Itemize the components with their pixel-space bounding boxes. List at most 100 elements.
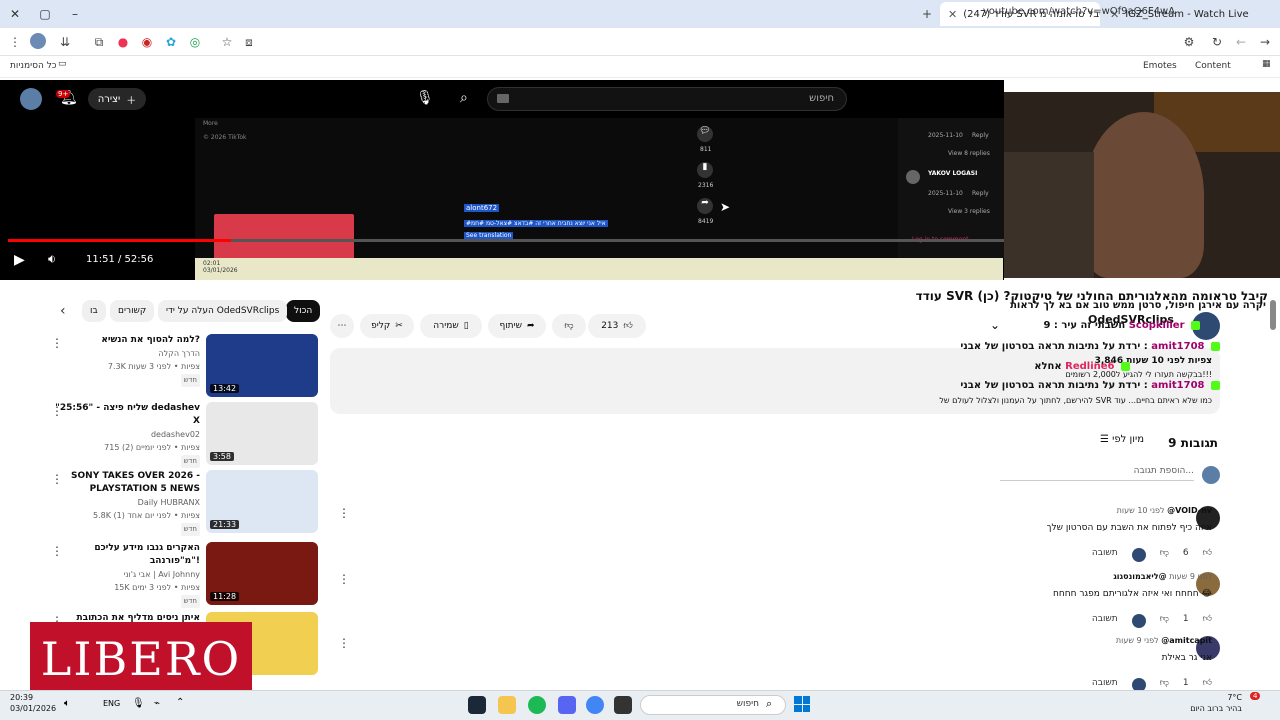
- video-thumbnail[interactable]: 21:33: [206, 470, 318, 533]
- recommendation-item[interactable]: 3:58 "25:56" - שליח פיצה dedashev Xdedash…: [55, 402, 318, 468]
- user-avatar: [1202, 466, 1220, 484]
- scrollbar[interactable]: [1268, 298, 1278, 688]
- recommendation-title[interactable]: SONY TAKES OVER 2026 - PLAYSTATION 5 NEW…: [50, 470, 200, 496]
- recommendation-item[interactable]: 13:42 למה להסוף את הנשיא? הדרך הקלה 7.3K צפ…: [56, 334, 318, 400]
- new-tab-icon[interactable]: +: [918, 5, 936, 23]
- create-button[interactable]: יצירה ＋: [88, 88, 146, 110]
- recommendation-channel[interactable]: אבי ג'וני | Avi Johnny: [50, 568, 200, 581]
- recommendation-title[interactable]: האקרים גנבו מידע עליכם מ"פורנהב"!: [50, 542, 200, 568]
- chip-related[interactable]: קשורים: [110, 300, 155, 322]
- comment-menu-icon[interactable]: ⋮: [338, 572, 350, 586]
- volume-icon[interactable]: 🔉︎: [48, 252, 56, 267]
- chip-all[interactable]: הכול: [286, 300, 321, 322]
- apps-grid-icon[interactable]: ▦: [1262, 59, 1271, 69]
- comment-menu-icon[interactable]: ⋮: [338, 636, 350, 650]
- more-options-icon[interactable]: ⋮: [51, 544, 63, 558]
- discord-icon[interactable]: [558, 696, 576, 714]
- downloads-icon[interactable]: ⇊: [56, 33, 74, 51]
- comment-menu-icon[interactable]: ⋮: [338, 506, 350, 520]
- thumbs-up-icon[interactable]: 👍︎: [1203, 614, 1212, 628]
- all-bookmarks-link[interactable]: כל הסימניות: [10, 61, 57, 71]
- thumbs-down-icon[interactable]: 👎︎: [1160, 614, 1169, 628]
- extensions-icon[interactable]: ⧉: [90, 33, 108, 51]
- extension-icon[interactable]: ◉: [138, 33, 156, 51]
- comment-author[interactable]: @VOID-nv: [1167, 506, 1212, 515]
- bookmark-emotes[interactable]: Emotes: [1143, 61, 1177, 71]
- add-comment-input[interactable]: הוספת תגובה...: [1000, 466, 1194, 481]
- chevron-down-icon[interactable]: ⌄: [990, 318, 1000, 332]
- chrome-icon[interactable]: [586, 696, 604, 714]
- language-indicator[interactable]: ENG: [103, 699, 120, 708]
- minimize-window-icon[interactable]: –: [60, 0, 90, 28]
- close-window-icon[interactable]: ✕: [0, 0, 30, 28]
- weather-widget[interactable]: 7°C בהיר ברוב היום: [1190, 692, 1242, 714]
- windows-start-icon[interactable]: [794, 696, 810, 712]
- reply-link: Reply: [972, 190, 989, 197]
- more-options-icon[interactable]: ⋮: [51, 404, 63, 418]
- clip-button[interactable]: קליפ ✂: [360, 314, 414, 338]
- video-thumbnail[interactable]: 13:42: [206, 334, 318, 397]
- keyboard-icon[interactable]: [497, 94, 509, 103]
- comment-text: חחחח ואי איזה אלגוריתם מפגר חחחח 😂: [1052, 589, 1212, 599]
- bookmark-star-icon[interactable]: ☆: [218, 33, 236, 51]
- close-tab-icon[interactable]: ✕: [948, 8, 957, 21]
- like-button[interactable]: 213 👍︎: [588, 314, 646, 338]
- more-options-icon[interactable]: ⋮: [51, 336, 63, 350]
- chip-more[interactable]: בו: [82, 300, 106, 322]
- recommendation-title[interactable]: "25:56" - שליח פיצה dedashev X: [50, 402, 200, 428]
- comment-author[interactable]: @amitcapit: [1161, 636, 1212, 645]
- recommendation-item[interactable]: 11:28 האקרים גנבו מידע עליכם מ"פורנהב"! אב…: [56, 542, 318, 608]
- chevron-left-icon[interactable]: ‹: [60, 303, 66, 319]
- forward-icon[interactable]: ←: [1232, 33, 1250, 51]
- recommendation-channel[interactable]: Daily HUBRANX: [50, 496, 200, 509]
- description-tail[interactable]: להירשם, לחתוך על העמנון ולצלול לעולם של …: [939, 396, 1212, 405]
- save-button[interactable]: שמירה ▯: [420, 314, 482, 338]
- video-thumbnail[interactable]: 3:58: [206, 402, 318, 465]
- video-thumbnail[interactable]: 11:28: [206, 542, 318, 605]
- voice-search-icon[interactable]: 🎙︎: [416, 90, 434, 106]
- menu-dots-icon[interactable]: ⋮: [6, 33, 24, 51]
- reply-button[interactable]: תשובה: [1092, 614, 1118, 628]
- steam-icon[interactable]: [468, 696, 486, 714]
- microphone-icon[interactable]: 🎙︎: [132, 698, 145, 709]
- search-input[interactable]: חיפוש: [487, 87, 847, 111]
- recommendation-item[interactable]: 21:33 SONY TAKES OVER 2026 - PLAYSTATION …: [56, 470, 318, 536]
- sort-button[interactable]: ☰ מיון לפי: [1096, 434, 1144, 445]
- network-icon[interactable]: ⌁: [154, 698, 160, 709]
- recommendation-title[interactable]: למה להסוף את הנשיא?: [50, 334, 200, 347]
- dislike-button[interactable]: 👎︎: [552, 314, 586, 338]
- bookmark-content[interactable]: Content: [1195, 61, 1231, 71]
- recommendation-channel[interactable]: הדרך הקלה: [50, 347, 200, 360]
- search-icon[interactable]: ⌕: [460, 90, 468, 106]
- install-app-icon[interactable]: ⧈: [240, 33, 258, 51]
- spotify-icon[interactable]: [528, 696, 546, 714]
- reload-icon[interactable]: ↻: [1208, 33, 1226, 51]
- reply-button[interactable]: תשובה: [1092, 548, 1118, 562]
- recommendation-channel[interactable]: dedashev02: [50, 428, 200, 441]
- more-actions-button[interactable]: ⋯: [330, 314, 354, 338]
- app-icon[interactable]: [614, 696, 632, 714]
- profile-avatar[interactable]: [30, 33, 46, 49]
- tiktok-username: alont672: [464, 204, 500, 212]
- kick-icon: [1191, 320, 1200, 330]
- chevron-up-icon[interactable]: ⌃: [176, 697, 184, 708]
- more-options-icon[interactable]: ⋮: [51, 472, 63, 486]
- comment-author[interactable]: @ליאבמונסגוג: [1113, 572, 1166, 581]
- url-field[interactable]: youtube.com/watch?v=wOf9aQ6F4wA: [983, 6, 1175, 17]
- site-settings-icon[interactable]: ⚙: [1180, 33, 1198, 51]
- account-avatar[interactable]: [20, 88, 42, 110]
- maximize-window-icon[interactable]: ▢: [30, 0, 60, 28]
- extension-icon[interactable]: ●: [114, 33, 132, 51]
- speaker-icon[interactable]: 🔈︎: [64, 698, 70, 709]
- extension-icon[interactable]: ✿: [162, 33, 180, 51]
- file-explorer-icon[interactable]: [498, 696, 516, 714]
- taskbar-search[interactable]: חיפוש: [640, 695, 786, 715]
- play-icon[interactable]: ▶: [14, 252, 25, 268]
- chip-uploaded-by[interactable]: העלה על ידי OdedSVRclips: [158, 300, 288, 322]
- share-button[interactable]: שיתוף ➦: [488, 314, 546, 338]
- thumbs-up-icon[interactable]: 👍︎: [1203, 548, 1212, 562]
- extension-icon[interactable]: ◎: [186, 33, 204, 51]
- thumbs-down-icon[interactable]: 👎︎: [1160, 548, 1169, 562]
- back-icon[interactable]: →: [1256, 33, 1274, 51]
- taskbar-clock[interactable]: 20:39 03/01/2026: [10, 692, 56, 714]
